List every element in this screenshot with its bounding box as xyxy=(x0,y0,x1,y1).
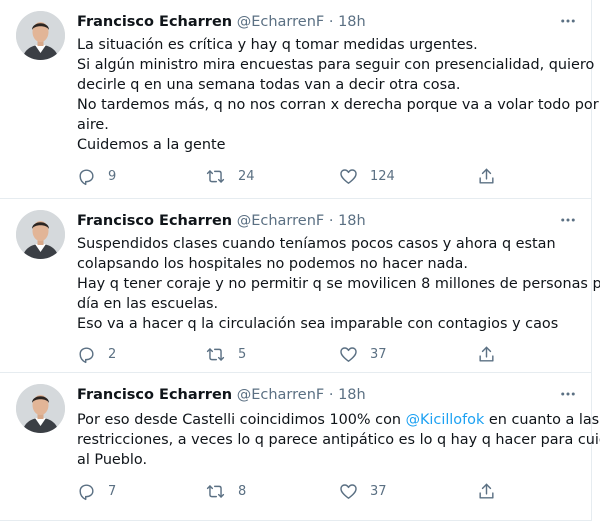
like-button[interactable]: 124 xyxy=(339,165,395,187)
tweet-header: Francisco Echarren @EcharrenF · 18h xyxy=(77,211,581,231)
tweet-text-line: restricciones, a veces lo q parece antip… xyxy=(77,432,600,448)
reply-count: 7 xyxy=(108,483,117,499)
tweet-text-line: Si algún ministro mira encuestas para se… xyxy=(77,57,595,73)
retweet-count: 5 xyxy=(238,346,247,362)
share-icon xyxy=(477,482,496,501)
share-icon xyxy=(477,167,496,186)
timestamp[interactable]: 18h xyxy=(338,387,366,403)
author-name[interactable]: Francisco Echarren xyxy=(77,14,232,30)
tweet[interactable]: Francisco Echarren @EcharrenF · 18h Por … xyxy=(0,373,600,521)
retweet-count: 8 xyxy=(238,483,247,499)
retweet-icon xyxy=(205,345,226,364)
author-handle[interactable]: @EcharrenF xyxy=(237,14,325,30)
avatar[interactable] xyxy=(16,384,65,433)
tweet-text: Por eso desde Castelli coincidimos 100% … xyxy=(77,410,600,470)
reply-icon xyxy=(77,482,96,501)
tweet-text-line: decirle q en una semana todas van a deci… xyxy=(77,77,461,93)
tweet-text-line: colapsando los hospitales no podemos no … xyxy=(77,256,468,272)
tweet[interactable]: Francisco Echarren @EcharrenF · 18h Susp… xyxy=(0,199,600,373)
like-count: 37 xyxy=(370,483,387,499)
share-button[interactable] xyxy=(477,480,496,502)
tweet-text-line: No tardemos más, q no nos corran x derec… xyxy=(77,97,600,113)
author-handle[interactable]: @EcharrenF xyxy=(237,387,325,403)
reply-icon xyxy=(77,167,96,186)
separator: · xyxy=(328,387,334,403)
more-icon[interactable] xyxy=(557,383,579,405)
tweet[interactable]: Francisco Echarren @EcharrenF · 18h La s… xyxy=(0,0,600,199)
share-button[interactable] xyxy=(477,165,496,187)
tweet-text: Suspendidos clases cuando teníamos pocos… xyxy=(77,234,600,334)
like-count: 124 xyxy=(370,168,395,184)
tweet-text-line: aire. xyxy=(77,117,109,133)
separator: · xyxy=(328,14,334,30)
tweet-header: Francisco Echarren @EcharrenF · 18h xyxy=(77,12,581,32)
tweet-header: Francisco Echarren @EcharrenF · 18h xyxy=(77,385,581,405)
retweet-button[interactable]: 24 xyxy=(205,165,255,187)
heart-icon xyxy=(339,167,358,186)
mention-link[interactable]: @Kicillofok xyxy=(406,412,485,428)
reply-button[interactable]: 7 xyxy=(77,480,116,502)
tweet-text-line: La situación es crítica y hay q tomar me… xyxy=(77,37,478,53)
tweet-text-line: Eso va a hacer q la circulación sea impa… xyxy=(77,316,559,332)
tweet-text-segment: Por eso desde Castelli coincidimos 100% … xyxy=(77,412,406,428)
share-icon xyxy=(477,345,496,364)
retweet-button[interactable]: 5 xyxy=(205,343,246,365)
avatar[interactable] xyxy=(16,210,65,259)
tweet-text-line: Suspendidos clases cuando teníamos pocos… xyxy=(77,236,556,252)
tweet-text-line: Cuidemos a la gente xyxy=(77,137,226,153)
tweet-text-line: Por eso desde Castelli coincidimos 100% … xyxy=(77,410,599,430)
heart-icon xyxy=(339,345,358,364)
like-count: 37 xyxy=(370,346,387,362)
author-name[interactable]: Francisco Echarren xyxy=(77,213,232,229)
tweet-text: La situación es crítica y hay q tomar me… xyxy=(77,35,600,155)
retweet-button[interactable]: 8 xyxy=(205,480,246,502)
reply-button[interactable]: 9 xyxy=(77,165,116,187)
heart-icon xyxy=(339,482,358,501)
reply-count: 2 xyxy=(108,346,117,362)
timestamp[interactable]: 18h xyxy=(338,213,366,229)
tweet-actions: 9 24 124 xyxy=(77,165,591,187)
retweet-icon xyxy=(205,482,226,501)
retweet-icon xyxy=(205,167,226,186)
like-button[interactable]: 37 xyxy=(339,480,387,502)
tweet-text-line: al Pueblo. xyxy=(77,452,148,468)
tweet-text-segment: en cuanto a las xyxy=(484,412,600,428)
tweet-text-line: día en las escuelas. xyxy=(77,296,219,312)
reply-icon xyxy=(77,345,96,364)
reply-count: 9 xyxy=(108,168,117,184)
reply-button[interactable]: 2 xyxy=(77,343,116,365)
more-icon[interactable] xyxy=(557,10,579,32)
timestamp[interactable]: 18h xyxy=(338,14,366,30)
author-name[interactable]: Francisco Echarren xyxy=(77,387,232,403)
like-button[interactable]: 37 xyxy=(339,343,387,365)
tweet-actions: 2 5 37 xyxy=(77,343,591,365)
retweet-count: 24 xyxy=(238,168,255,184)
author-handle[interactable]: @EcharrenF xyxy=(237,213,325,229)
separator: · xyxy=(328,213,334,229)
avatar[interactable] xyxy=(16,11,65,60)
share-button[interactable] xyxy=(477,343,496,365)
tweet-actions: 7 8 37 xyxy=(77,480,591,502)
tweet-text-line: Hay q tener coraje y no permitir q se mo… xyxy=(77,276,600,292)
more-icon[interactable] xyxy=(557,209,579,231)
